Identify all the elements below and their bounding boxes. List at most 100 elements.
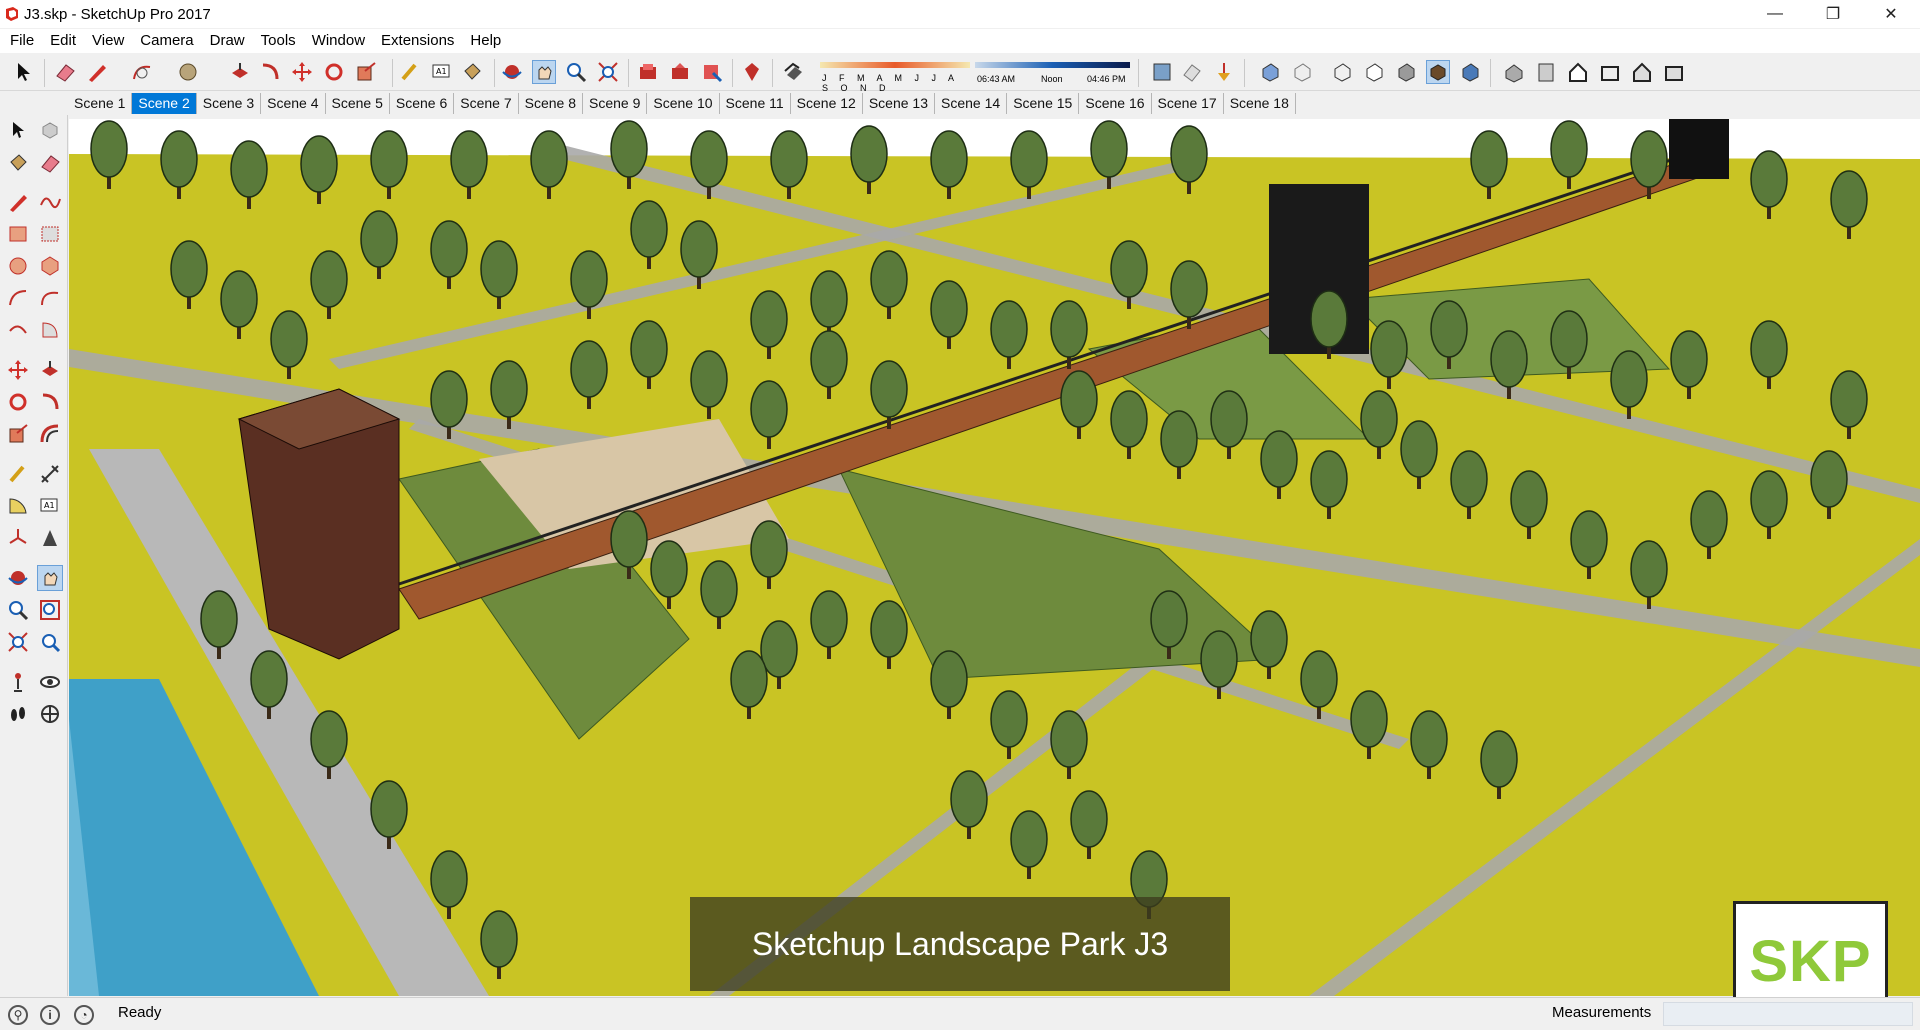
- select-icon[interactable]: [12, 60, 36, 84]
- tab-scene-1[interactable]: Scene 1: [68, 93, 133, 114]
- pan-tool-icon[interactable]: [37, 565, 63, 591]
- zoom-tool-icon[interactable]: [5, 597, 31, 623]
- orbit-icon[interactable]: [500, 60, 524, 84]
- section-display-icon[interactable]: [1180, 60, 1204, 84]
- tab-scene-6[interactable]: Scene 6: [390, 93, 455, 114]
- tab-scene-3[interactable]: Scene 3: [197, 93, 262, 114]
- tab-scene-12[interactable]: Scene 12: [791, 93, 863, 114]
- tab-scene-18[interactable]: Scene 18: [1224, 93, 1296, 114]
- measurements-input[interactable]: [1663, 1002, 1913, 1026]
- ruby-icon[interactable]: [740, 60, 764, 84]
- rectangle-tool-icon[interactable]: [5, 221, 31, 247]
- user-account-icon[interactable]: ◔: [74, 1005, 94, 1025]
- wireframe-style-icon[interactable]: [1330, 60, 1354, 84]
- freehand-tool-icon[interactable]: [37, 189, 63, 215]
- shadow-date-slider[interactable]: J F M A M J J A S O N D: [820, 58, 970, 93]
- right-view-icon[interactable]: [1598, 60, 1622, 84]
- select-tool-icon[interactable]: [5, 117, 31, 143]
- rotated-rectangle-tool-icon[interactable]: [37, 221, 63, 247]
- walk-tool-icon[interactable]: [5, 701, 31, 727]
- tab-scene-16[interactable]: Scene 16: [1079, 93, 1152, 114]
- component-tool-icon[interactable]: [37, 117, 63, 143]
- iso-view-icon[interactable]: [1502, 60, 1526, 84]
- paint-bucket-tool-icon[interactable]: [5, 150, 31, 176]
- shaded-textures-style-icon[interactable]: [1426, 60, 1450, 84]
- move-tool-icon[interactable]: [5, 357, 31, 383]
- front-view-icon[interactable]: [1566, 60, 1590, 84]
- shadow-time-slider[interactable]: 06:43 AM Noon 04:46 PM: [975, 58, 1130, 88]
- tab-scene-8[interactable]: Scene 8: [519, 93, 583, 114]
- menu-window[interactable]: Window: [304, 29, 373, 53]
- arc-tool-icon[interactable]: [5, 285, 31, 311]
- tab-scene-2[interactable]: Scene 2: [132, 93, 197, 114]
- zoom-extents-icon[interactable]: [596, 60, 620, 84]
- tab-scene-9[interactable]: Scene 9: [583, 93, 648, 114]
- push-pull-tool-icon[interactable]: [37, 357, 63, 383]
- three-point-arc-tool-icon[interactable]: [5, 317, 31, 343]
- two-point-arc-tool-icon[interactable]: [37, 285, 63, 311]
- line-tool-icon[interactable]: [5, 189, 31, 215]
- dimension-tool-icon[interactable]: [37, 461, 63, 487]
- menu-camera[interactable]: Camera: [132, 29, 201, 53]
- pan-icon[interactable]: [532, 60, 556, 84]
- extension-warehouse-icon[interactable]: [700, 60, 724, 84]
- hidden-line-style-icon[interactable]: [1362, 60, 1386, 84]
- tab-scene-14[interactable]: Scene 14: [935, 93, 1008, 114]
- close-button[interactable]: ✕: [1862, 0, 1920, 28]
- offset-tool-icon[interactable]: [37, 421, 63, 447]
- previous-view-tool-icon[interactable]: [37, 629, 63, 655]
- tab-scene-11[interactable]: Scene 11: [720, 93, 791, 114]
- geo-location-icon[interactable]: ⚲: [8, 1005, 28, 1025]
- circle-icon[interactable]: [176, 60, 200, 84]
- zoom-icon[interactable]: [564, 60, 588, 84]
- arc-icon[interactable]: [130, 60, 154, 84]
- eraser-icon[interactable]: [53, 60, 77, 84]
- follow-me-icon[interactable]: [258, 60, 282, 84]
- circle-tool-icon[interactable]: [5, 253, 31, 279]
- follow-me-tool-icon[interactable]: [37, 389, 63, 415]
- share-model-icon[interactable]: [668, 60, 692, 84]
- position-camera-tool-icon[interactable]: [5, 669, 31, 695]
- top-view-icon[interactable]: [1534, 60, 1558, 84]
- push-pull-icon[interactable]: [228, 60, 252, 84]
- shadows-toggle-icon[interactable]: [782, 60, 806, 84]
- menu-edit[interactable]: Edit: [42, 29, 84, 53]
- tab-scene-4[interactable]: Scene 4: [261, 93, 326, 114]
- section-plane-tool-icon[interactable]: [37, 701, 63, 727]
- axes-tool-icon[interactable]: [5, 525, 31, 551]
- scale-tool-icon[interactable]: [5, 421, 31, 447]
- menu-help[interactable]: Help: [462, 29, 509, 53]
- tab-scene-17[interactable]: Scene 17: [1152, 93, 1224, 114]
- shaded-style-icon[interactable]: [1394, 60, 1418, 84]
- zoom-extents-tool-icon[interactable]: [5, 629, 31, 655]
- move-icon[interactable]: [290, 60, 314, 84]
- protractor-tool-icon[interactable]: [5, 493, 31, 519]
- orbit-tool-icon[interactable]: [5, 565, 31, 591]
- tape-measure-tool-icon[interactable]: [5, 461, 31, 487]
- xray-style-icon[interactable]: [1258, 60, 1282, 84]
- menu-extensions[interactable]: Extensions: [373, 29, 462, 53]
- back-view-icon[interactable]: [1630, 60, 1654, 84]
- monochrome-style-icon[interactable]: [1458, 60, 1482, 84]
- polygon-tool-icon[interactable]: [37, 253, 63, 279]
- backedges-style-icon[interactable]: [1290, 60, 1314, 84]
- tab-scene-13[interactable]: Scene 13: [863, 93, 936, 114]
- pencil-icon[interactable]: [86, 60, 110, 84]
- model-viewport[interactable]: [69, 119, 1920, 996]
- menu-tools[interactable]: Tools: [253, 29, 304, 53]
- scale-icon[interactable]: [354, 60, 378, 84]
- credits-icon[interactable]: i: [40, 1005, 60, 1025]
- text-tool-icon[interactable]: A1: [37, 493, 63, 519]
- 3d-text-tool-icon[interactable]: [37, 525, 63, 551]
- pie-tool-icon[interactable]: [37, 317, 63, 343]
- menu-draw[interactable]: Draw: [202, 29, 253, 53]
- section-cut-icon[interactable]: [1212, 60, 1236, 84]
- tab-scene-5[interactable]: Scene 5: [326, 93, 390, 114]
- left-view-icon[interactable]: [1662, 60, 1686, 84]
- tab-scene-10[interactable]: Scene 10: [647, 93, 720, 114]
- tape-measure-icon[interactable]: [398, 60, 422, 84]
- 3d-warehouse-icon[interactable]: [636, 60, 660, 84]
- menu-file[interactable]: File: [2, 29, 42, 53]
- tab-scene-15[interactable]: Scene 15: [1007, 93, 1080, 114]
- look-around-tool-icon[interactable]: [37, 669, 63, 695]
